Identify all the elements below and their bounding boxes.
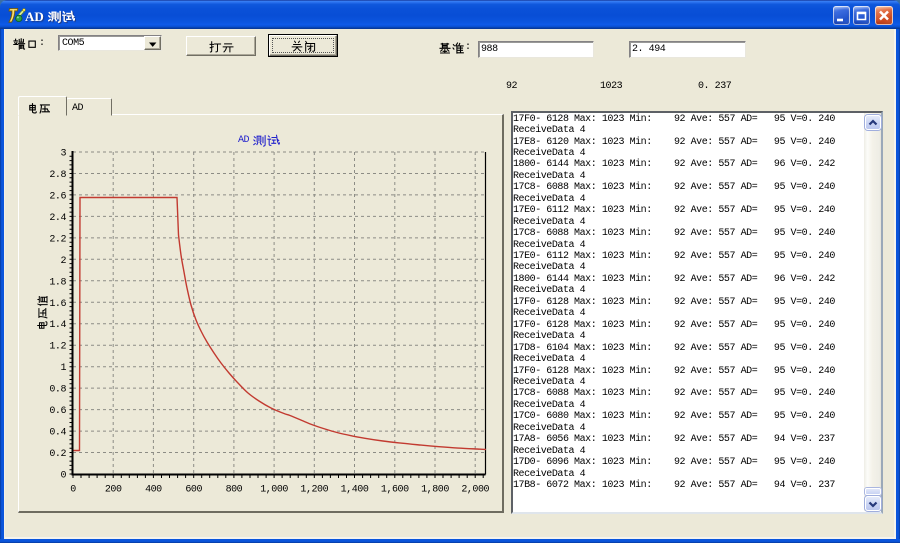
svg-text:2.4: 2.4 (49, 213, 66, 224)
svg-text:0.2: 0.2 (49, 449, 66, 460)
svg-text:1.2: 1.2 (49, 342, 66, 353)
svg-text:1,200: 1,200 (300, 485, 328, 496)
svg-text:0: 0 (70, 485, 76, 496)
svg-text:0.8: 0.8 (49, 385, 66, 396)
svg-text:0.6: 0.6 (49, 406, 66, 417)
svg-text:200: 200 (105, 485, 122, 496)
svg-text:1.4: 1.4 (49, 320, 66, 331)
svg-text:1,400: 1,400 (341, 485, 369, 496)
svg-text:2.8: 2.8 (49, 170, 66, 181)
svg-text:1.6: 1.6 (49, 299, 66, 310)
svg-text:3: 3 (60, 149, 66, 160)
svg-text:1,000: 1,000 (260, 485, 288, 496)
svg-text:2,000: 2,000 (461, 485, 489, 496)
svg-text:1.8: 1.8 (49, 277, 66, 288)
svg-text:1,800: 1,800 (421, 485, 449, 496)
svg-text:2: 2 (60, 256, 66, 267)
svg-text:1: 1 (60, 363, 66, 374)
svg-text:600: 600 (185, 485, 202, 496)
svg-text:2.6: 2.6 (49, 191, 66, 202)
svg-text:0.4: 0.4 (49, 428, 66, 439)
svg-text:2.2: 2.2 (49, 234, 66, 245)
svg-text:400: 400 (145, 485, 162, 496)
svg-text:0: 0 (60, 471, 66, 482)
svg-text:1,600: 1,600 (381, 485, 409, 496)
svg-text:800: 800 (226, 485, 243, 496)
